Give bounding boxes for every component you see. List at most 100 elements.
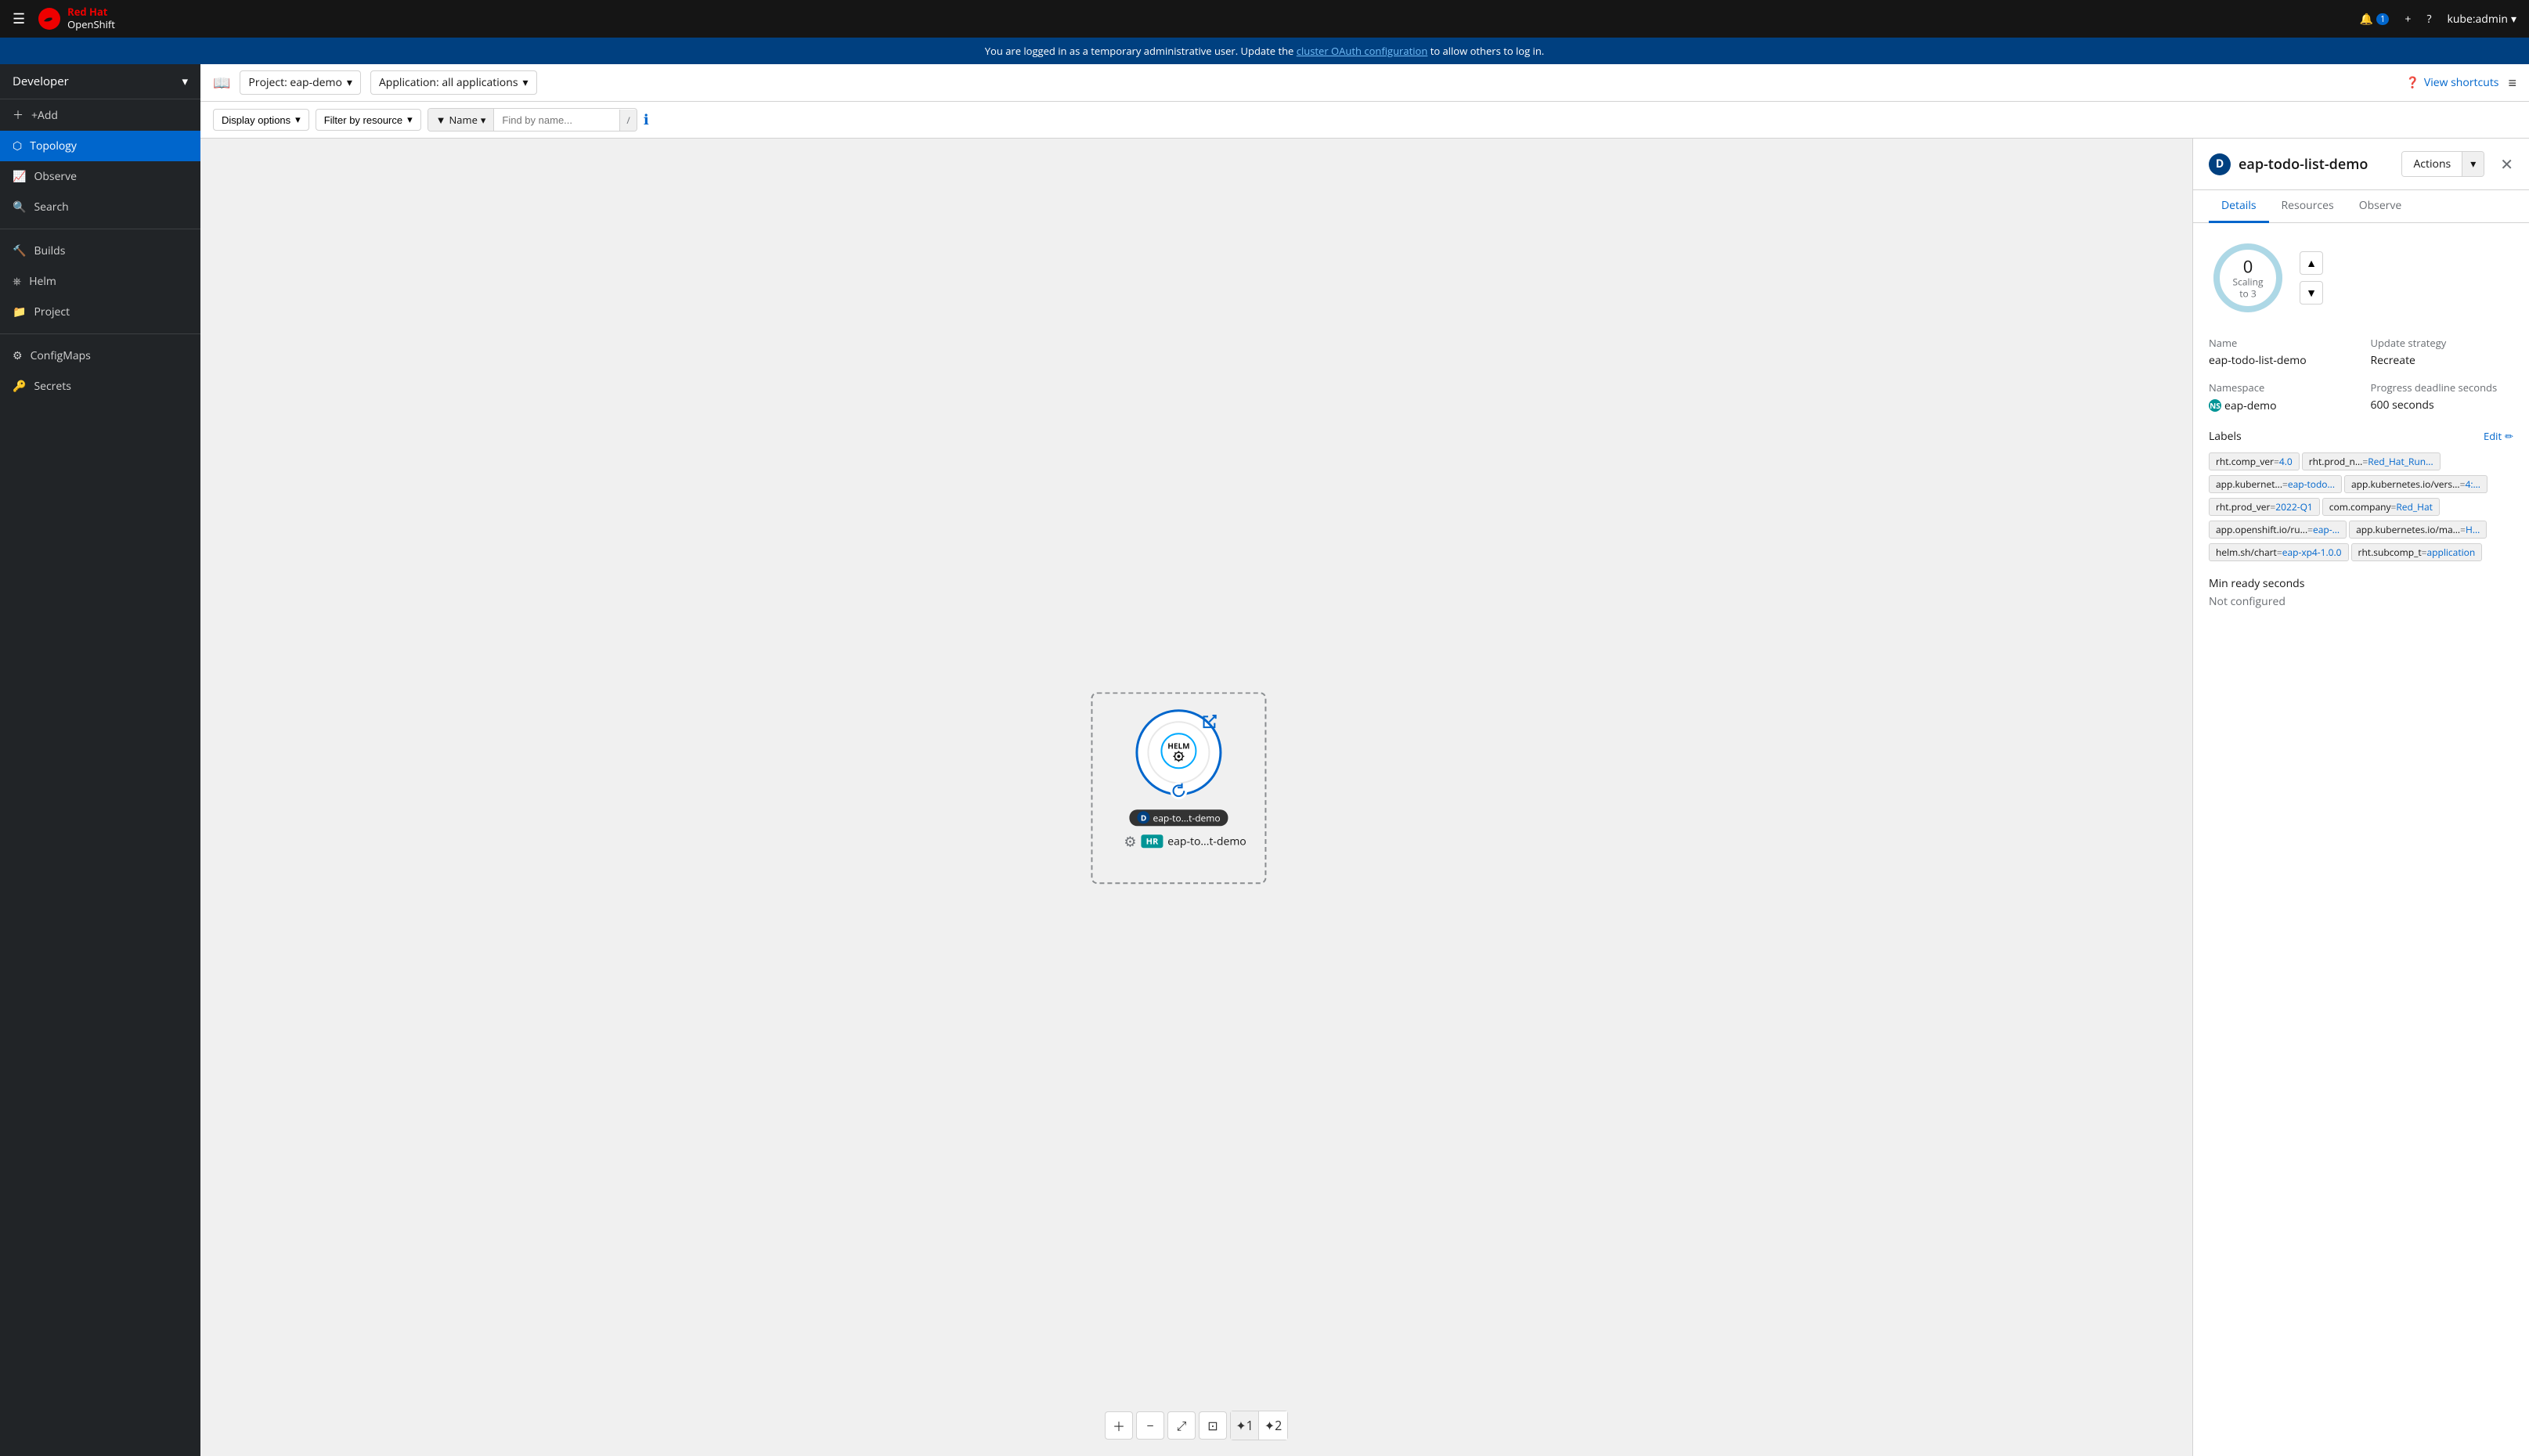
slash-shortcut: / [619,110,636,131]
reset-view-button[interactable]: ⊡ [1199,1411,1227,1440]
labels-list: rht.comp_ver=4.0rht.prod_n...=Red_Hat_Ru… [2209,450,2513,564]
sidebar-item-project[interactable]: 📁 Project [0,297,200,327]
label-tag: app.kubernetes.io/vers...=4:... [2344,475,2488,493]
sidebar-divider-2 [0,333,200,334]
add-button[interactable]: + [2405,12,2411,27]
node-group: HELM [1091,692,1266,884]
builds-icon: 🔨 [13,243,26,258]
field-namespace: Namespace NS eap-demo [2209,380,2352,413]
label-tag: com.company=Red_Hat [2322,498,2440,516]
helm-logo-icon: HELM [1160,731,1199,773]
node-type-2-button[interactable]: ✦ 2 [1259,1411,1287,1440]
sidebar-item-search[interactable]: 🔍 Search [0,192,200,222]
namespace-link[interactable]: eap-demo [2224,398,2277,413]
topology-canvas[interactable]: HELM [200,139,2192,1456]
tab-details[interactable]: Details [2209,190,2269,223]
label-tag: rht.subcomp_t=application [2351,543,2483,561]
scaling-controls: ▲ ▼ [2300,251,2323,305]
donut-text: 0 Scaling to 3 [2228,256,2267,299]
label-tag: app.kubernetes.io/ma...=H... [2349,521,2487,539]
info-icon[interactable]: ℹ [644,110,649,129]
list-view-icon[interactable]: ≡ [2508,74,2516,92]
min-ready-section: Min ready seconds Not configured [2209,576,2513,609]
field-update-strategy: Update strategy Recreate [2371,336,2514,368]
zoom-out-button[interactable]: − [1136,1411,1164,1440]
sidebar-item-builds[interactable]: 🔨 Builds [0,236,200,266]
name-chevron-icon: ▾ [481,113,486,127]
namespace-badge: NS eap-demo [2209,398,2277,413]
refresh-icon[interactable] [1171,782,1188,799]
sidebar-item-add[interactable]: ＋ +Add [0,99,200,131]
helm-node[interactable]: HELM [1136,709,1222,795]
tab-resources[interactable]: Resources [2269,190,2347,223]
secrets-icon: 🔑 [13,379,26,394]
notifications-button[interactable]: 🔔 1 [2360,12,2390,27]
filter-icon: ▼ [436,113,446,127]
brand-name: Red Hat OpenShift [67,6,115,31]
application-selector[interactable]: Application: all applications ▾ [370,70,537,95]
topology-area: HELM [200,139,2529,1456]
pencil-icon: ✏ [2505,429,2513,443]
close-panel-button[interactable]: ✕ [2500,153,2513,175]
label-tag: app.kubernet...=eap-todo... [2209,475,2342,493]
name-filter-selector[interactable]: ▼ Name ▾ [428,109,495,131]
actions-button[interactable]: Actions [2402,152,2462,176]
question-icon: ❓ [2405,75,2419,90]
right-panel: D eap-todo-list-demo Actions ▾ ✕ Details… [2192,139,2529,1456]
oauth-config-link[interactable]: cluster OAuth configuration [1297,44,1428,58]
search-icon: 🔍 [13,200,26,214]
hamburger-menu[interactable]: ☰ [13,9,25,28]
find-by-name-input[interactable] [494,110,619,130]
deployment-badge: D [2209,153,2231,175]
tab-observe[interactable]: Observe [2347,190,2415,223]
sidebar-item-secrets[interactable]: 🔑 Secrets [0,371,200,402]
sidebar-item-topology[interactable]: ⬡ Topology [0,131,200,161]
filter-resource-chevron-icon: ▾ [407,114,413,126]
panel-tabs: Details Resources Observe [2193,190,2529,223]
label-tag: helm.sh/chart=eap-xp4-1.0.0 [2209,543,2349,561]
project-selector[interactable]: Project: eap-demo ▾ [240,70,361,95]
perspective-switcher[interactable]: Developer ▾ [0,64,200,99]
bookmark-icon: 📖 [213,74,230,92]
sidebar-item-configmaps[interactable]: ⚙ ConfigMaps [0,341,200,371]
zoom-in-button[interactable]: ＋ [1105,1411,1133,1440]
sub-header: 📖 Project: eap-demo ▾ Application: all a… [200,64,2529,102]
topology-icon: ⬡ [13,139,22,153]
node-type-1-button[interactable]: ✦ 1 [1231,1411,1259,1440]
scale-up-button[interactable]: ▲ [2300,251,2323,275]
redhat-logo-icon [38,7,61,31]
d-badge: D [1138,811,1150,824]
user-menu[interactable]: kube:admin ▾ [2447,12,2516,27]
plus-icon: ＋ [13,107,23,123]
panel-title: D eap-todo-list-demo [2209,153,2368,175]
fit-to-screen-button[interactable]: ⤢ [1167,1411,1196,1440]
configmaps-icon: ⚙ [13,348,23,363]
display-options-button[interactable]: Display options ▾ [213,109,309,131]
help-button[interactable]: ? [2426,12,2431,27]
observe-icon: 📈 [13,169,26,184]
node-label[interactable]: D eap-to...t-demo [1130,809,1228,826]
helm-release-row[interactable]: ⚙ HR eap-to...t-demo [1124,832,1246,851]
scale-down-button[interactable]: ▼ [2300,281,2323,305]
view-shortcuts-link[interactable]: ❓ View shortcuts [2405,75,2498,90]
toolbar: Display options ▾ Filter by resource ▾ ▼… [200,102,2529,139]
external-link-icon[interactable] [1201,713,1218,730]
actions-dropdown: Actions ▾ [2401,151,2484,177]
helm-release-gear-icon: ⚙ [1124,832,1136,851]
sidebar-item-helm[interactable]: ⎈ Helm [0,266,200,297]
node-type-toggle: ✦ 1 ✦ 2 [1230,1411,1288,1440]
label-tag: app.openshift.io/ru...=eap-... [2209,521,2347,539]
node2-icon: ✦ [1264,1417,1275,1434]
edit-labels-button[interactable]: Edit ✏ [2484,429,2513,443]
donut-chart: 0 Scaling to 3 [2209,239,2287,317]
sidebar-item-observe[interactable]: 📈 Observe [0,161,200,192]
sidebar: Developer ▾ ＋ +Add ⬡ Topology 📈 Observe … [0,64,200,1456]
top-nav-right: 🔔 1 + ? kube:admin ▾ [2360,12,2516,27]
actions-caret-icon[interactable]: ▾ [2462,152,2484,176]
panel-header: D eap-todo-list-demo Actions ▾ ✕ [2193,139,2529,190]
node1-icon: ✦ [1236,1417,1246,1434]
scaling-widget: 0 Scaling to 3 ▲ ▼ [2209,239,2513,317]
project-icon: 📁 [13,305,26,319]
hr-badge: HR [1142,834,1163,848]
filter-by-resource-button[interactable]: Filter by resource ▾ [316,109,421,131]
